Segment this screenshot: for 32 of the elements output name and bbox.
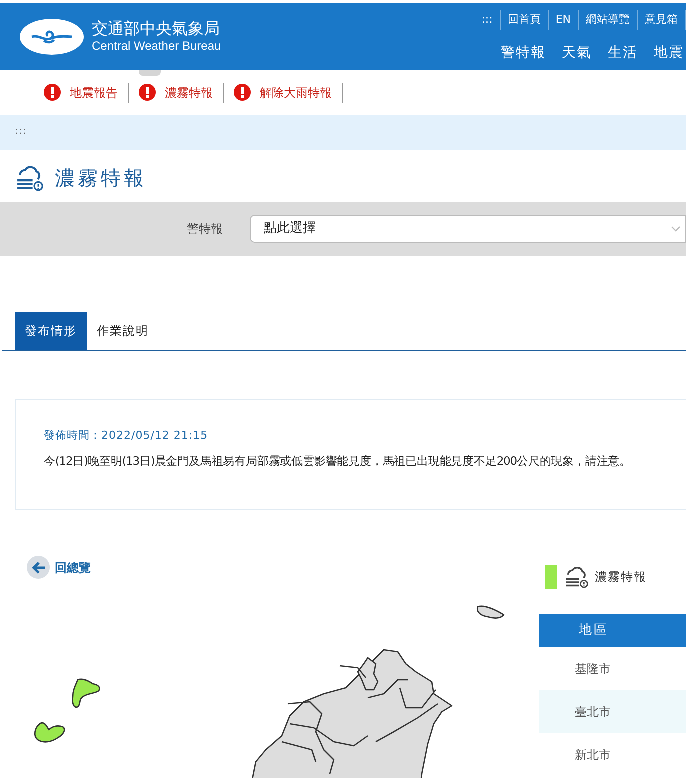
table-cell: 臺北市 bbox=[539, 690, 686, 733]
select-field[interactable]: 點此選擇 bbox=[250, 215, 686, 243]
filter-label: 警特報 bbox=[186, 221, 224, 238]
alert-icon bbox=[44, 84, 61, 101]
alert-link[interactable]: 濃霧特報 bbox=[165, 82, 213, 102]
top-link[interactable]: 回首頁 bbox=[500, 10, 548, 30]
page-title: 濃霧特報 bbox=[55, 164, 147, 192]
nav-link[interactable]: 生活 bbox=[608, 43, 638, 64]
nav-link[interactable]: 地震 bbox=[654, 43, 684, 64]
back-link[interactable]: 回總覽 bbox=[27, 556, 91, 579]
fog-icon bbox=[15, 164, 43, 192]
top-link[interactable]: 網站導覽 bbox=[578, 10, 637, 30]
org-name-english: Central Weather Bureau bbox=[92, 39, 222, 54]
alert-link[interactable]: 地震報告 bbox=[70, 82, 118, 102]
fog-icon bbox=[564, 565, 588, 589]
alert-icon bbox=[234, 84, 251, 101]
tab[interactable]: 發布情形 bbox=[15, 312, 87, 350]
handle-tab[interactable] bbox=[139, 70, 161, 76]
chevron-down-icon bbox=[671, 226, 681, 232]
table-header: 地區 bbox=[539, 614, 686, 647]
publish-time: 發佈時間：2022/05/12 21:15 bbox=[44, 428, 210, 444]
alert-link[interactable]: 解除大雨特報 bbox=[260, 82, 332, 102]
alert-icon bbox=[139, 84, 156, 101]
nav-link[interactable]: 天氣 bbox=[562, 43, 592, 64]
top-link[interactable]: EN bbox=[548, 10, 578, 30]
notice-text: 今(12日)晚至明(13日)晨金門及馬祖易有局部霧或低雲影響能見度，馬祖已出現能見度不足200公尺的現象，請注意。 bbox=[44, 452, 632, 470]
top-link[interactable]: 意見箱 bbox=[637, 10, 685, 30]
legend-label: 濃霧特報 bbox=[595, 569, 647, 586]
nav-link[interactable]: 警特報 bbox=[501, 43, 546, 64]
breadcrumb-marker[interactable]: ::: bbox=[15, 127, 28, 137]
org-name: 交通部中央氣象局 bbox=[92, 19, 221, 39]
top-link[interactable]: ::: bbox=[474, 10, 500, 30]
